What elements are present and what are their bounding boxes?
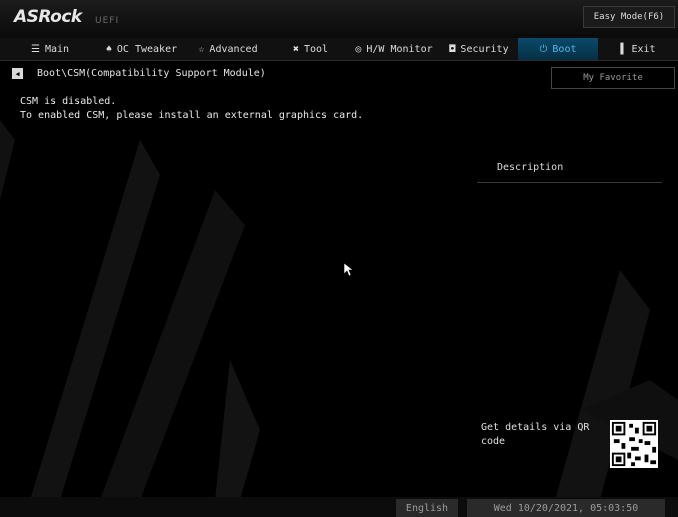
csm-instruction-message: To enabled CSM, please install an extern… (20, 110, 364, 121)
tab-tool[interactable]: ✖ Tool (273, 38, 348, 60)
qr-code (610, 420, 658, 468)
tab-security[interactable]: ◘ Security (440, 38, 518, 60)
asrock-logo: ASRock (14, 7, 82, 27)
power-icon: ⏻ (539, 43, 548, 55)
qr-details-text: Get details via QR code (481, 422, 590, 447)
mouse-cursor-icon (344, 263, 354, 277)
tab-label: Exit (631, 43, 656, 55)
tab-label: Advanced (209, 43, 258, 55)
star-icon: ☆ (198, 43, 205, 55)
datetime-display[interactable]: Wed 10/20/2021, 05:03:50 (467, 499, 665, 517)
tab-hw-monitor[interactable]: ◎ H/W Monitor (348, 38, 440, 60)
tab-boot[interactable]: ⏻ Boot (518, 38, 598, 60)
uefi-label: UEFI (95, 16, 120, 26)
list-icon: ☰ (30, 43, 40, 55)
my-favorite-button[interactable]: My Favorite (551, 67, 675, 89)
tab-label: Tool (303, 43, 329, 55)
description-title: Description (497, 162, 564, 173)
breadcrumb: Boot\CSM(Compatibility Support Module) (37, 68, 266, 79)
tab-label: Main (44, 43, 70, 55)
csm-status-message: CSM is disabled. (20, 96, 117, 107)
shield-icon: ◘ (449, 43, 456, 55)
tab-advanced[interactable]: ☆ Advanced (183, 38, 273, 60)
rocket-icon: ♠ (105, 43, 112, 55)
tab-label: OC Tweaker (116, 43, 178, 55)
description-divider (477, 182, 662, 183)
exit-icon: ▌ (620, 43, 627, 55)
back-arrow-icon[interactable]: ◀ (12, 68, 23, 79)
tab-label: H/W Monitor (366, 43, 433, 55)
tab-exit[interactable]: ▌ Exit (598, 38, 678, 60)
tab-oc-tweaker[interactable]: ♠ OC Tweaker (100, 38, 183, 60)
tab-bar: ☰ Main ♠ OC Tweaker ☆ Advanced ✖ Tool ◎ … (0, 38, 678, 61)
tab-main[interactable]: ☰ Main (0, 38, 100, 60)
tab-label: Boot (552, 43, 577, 55)
easy-mode-button[interactable]: Easy Mode(F6) (583, 6, 675, 28)
top-bar: ASRock UEFI Easy Mode(F6) (0, 0, 678, 38)
tools-icon: ✖ (292, 43, 299, 55)
language-button[interactable]: English (396, 499, 458, 517)
tab-label: Security (460, 43, 509, 55)
monitor-icon: ◎ (355, 43, 362, 55)
